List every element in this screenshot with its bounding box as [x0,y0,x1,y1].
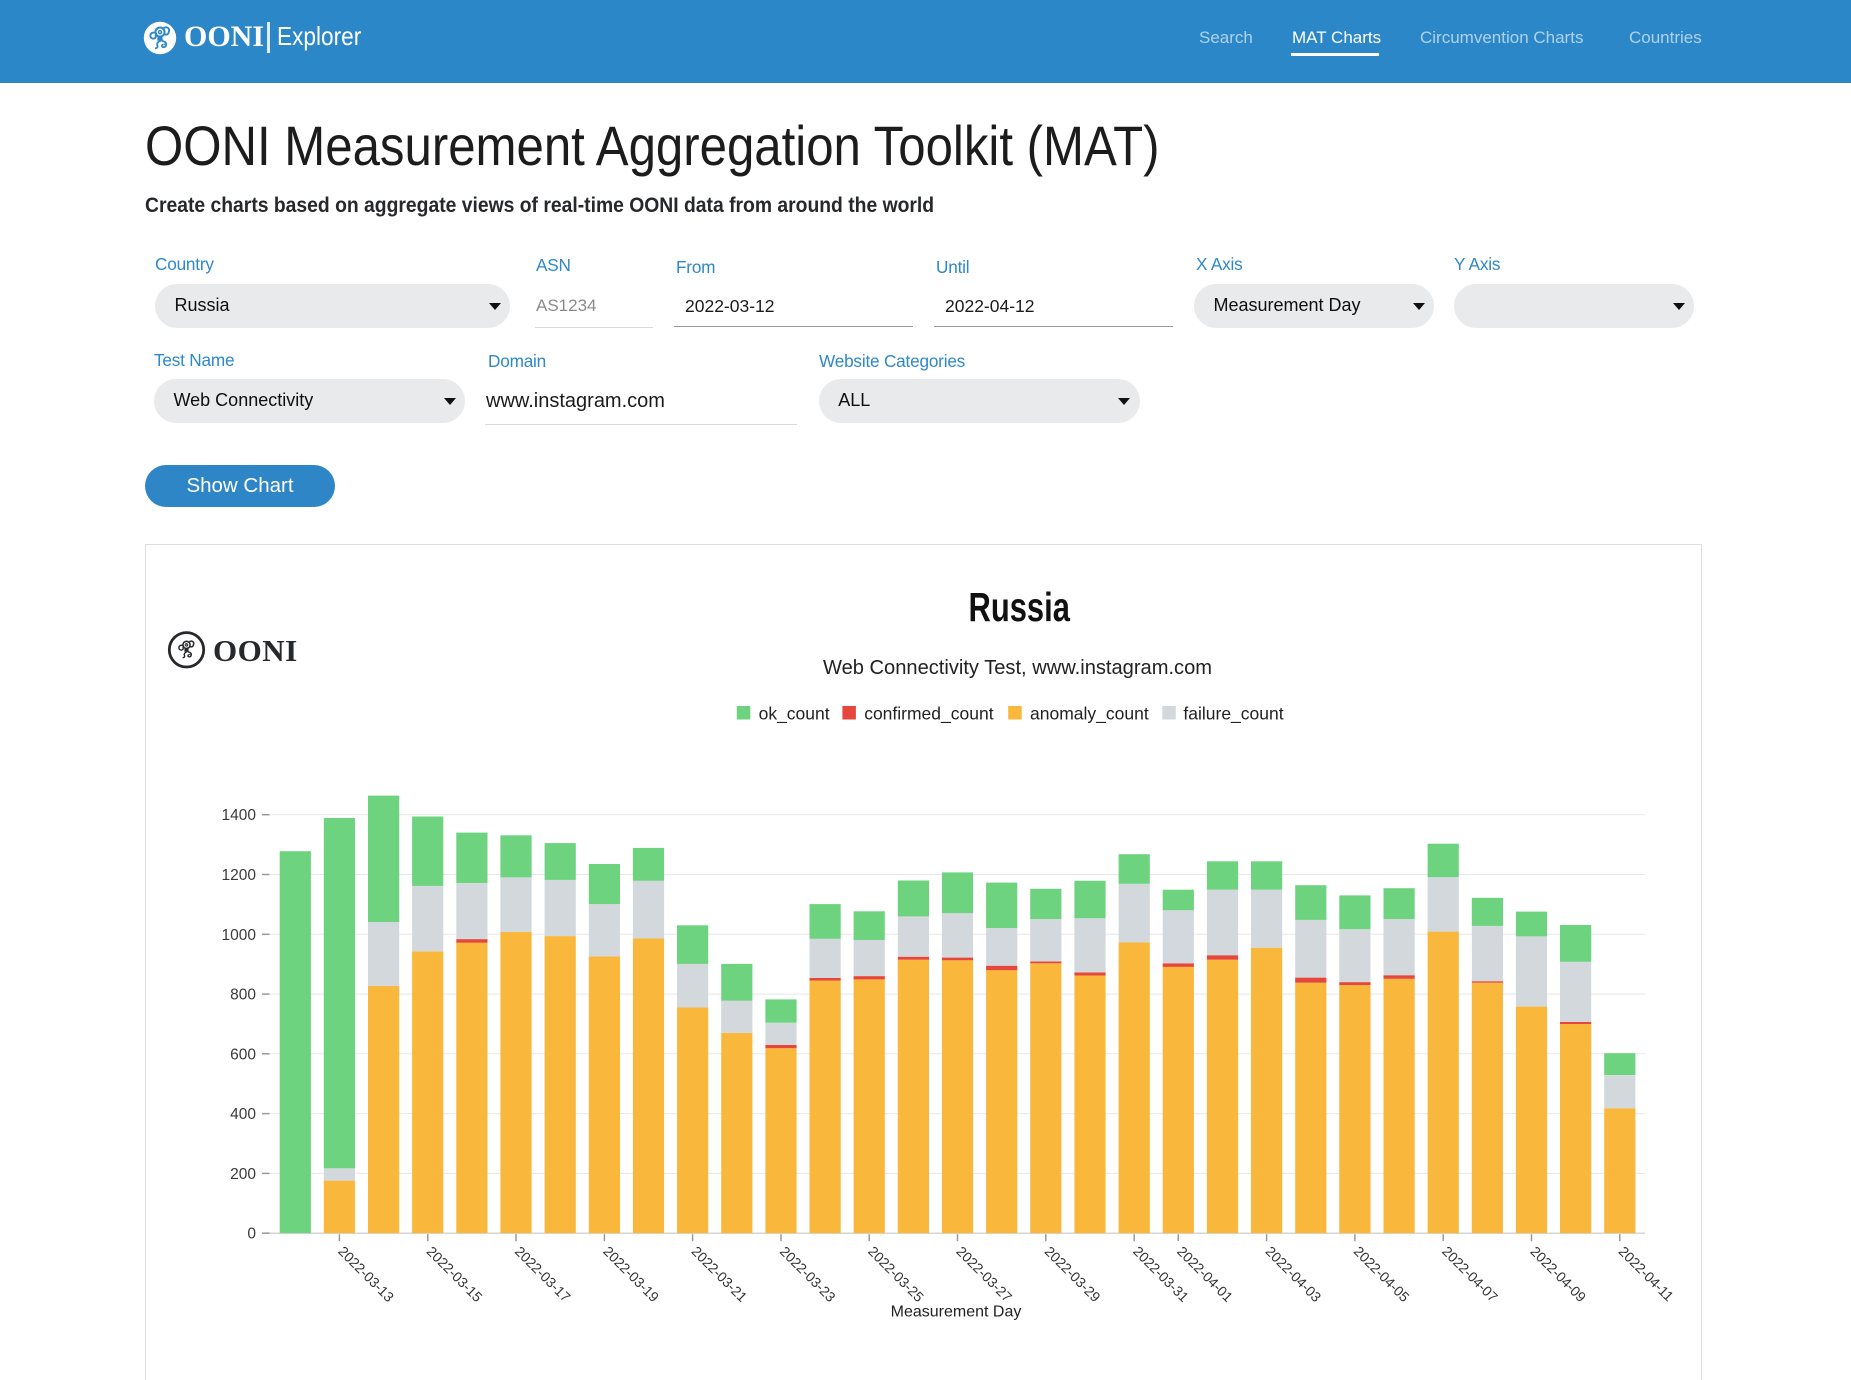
svg-text:failure_count: failure_count [1183,704,1283,725]
svg-text:1200: 1200 [222,867,257,884]
svg-text:ok_count: ok_count [759,704,830,725]
svg-text:1400: 1400 [222,807,257,824]
svg-text:600: 600 [230,1046,256,1063]
svg-text:2022-03-27: 2022-03-27 [953,1243,1015,1305]
svg-text:anomaly_count: anomaly_count [1030,704,1149,725]
svg-text:2022-04-03: 2022-04-03 [1262,1243,1324,1305]
svg-text:2022-04-05: 2022-04-05 [1351,1243,1413,1305]
svg-text:2022-04-09: 2022-04-09 [1527,1243,1589,1305]
svg-text:2022-03-25: 2022-03-25 [865,1243,927,1305]
svg-text:2022-03-21: 2022-03-21 [688,1243,750,1305]
svg-text:2022-03-29: 2022-03-29 [1042,1243,1104,1305]
svg-text:200: 200 [230,1166,256,1183]
svg-text:2022-04-11: 2022-04-11 [1616,1243,1677,1304]
svg-text:1000: 1000 [222,927,257,944]
svg-text:400: 400 [230,1106,256,1123]
svg-text:confirmed_count: confirmed_count [864,704,994,725]
svg-text:2022-04-07: 2022-04-07 [1439,1243,1501,1305]
svg-text:800: 800 [230,987,256,1004]
svg-text:2022-03-23: 2022-03-23 [777,1243,839,1305]
svg-text:2022-03-19: 2022-03-19 [600,1243,662,1305]
svg-text:0: 0 [247,1226,256,1243]
svg-text:Web Connectivity Test, www.ins: Web Connectivity Test, www.instagram.com [823,657,1212,679]
svg-text:2022-03-15: 2022-03-15 [424,1243,486,1305]
svg-text:2022-03-17: 2022-03-17 [512,1243,574,1305]
svg-text:Measurement Day: Measurement Day [891,1304,1022,1321]
svg-text:Russia: Russia [969,584,1071,630]
svg-text:OONI: OONI [213,633,298,668]
svg-text:2022-03-13: 2022-03-13 [335,1243,397,1305]
